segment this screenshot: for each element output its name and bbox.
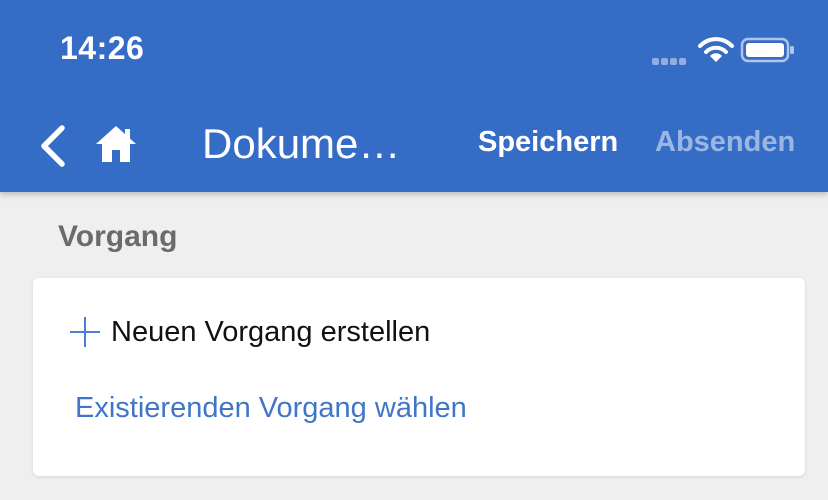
plus-icon — [70, 317, 100, 347]
battery-icon — [740, 37, 794, 63]
process-card: Neuen Vorgang erstellen Existierenden Vo… — [33, 278, 805, 476]
status-bar: 14:26 — [0, 0, 828, 100]
status-time: 14:26 — [60, 30, 145, 66]
choose-existing-process-link[interactable]: Existierenden Vorgang wählen — [75, 392, 467, 425]
app-header: 14:26 Dokume… Speichern Absenden — [0, 0, 828, 192]
cellular-signal-icon — [652, 52, 692, 65]
home-icon[interactable] — [94, 124, 138, 164]
page-title: Dokume… — [202, 120, 401, 167]
section-title: Vorgang — [58, 220, 178, 253]
create-process-label: Neuen Vorgang erstellen — [111, 315, 431, 348]
save-button[interactable]: Speichern — [478, 126, 618, 159]
navigation-bar: Dokume… Speichern Absenden — [0, 100, 828, 192]
create-process-button[interactable]: Neuen Vorgang erstellen — [69, 312, 430, 352]
back-icon[interactable] — [36, 122, 70, 170]
send-button[interactable]: Absenden — [655, 126, 795, 159]
wifi-icon — [698, 37, 734, 62]
